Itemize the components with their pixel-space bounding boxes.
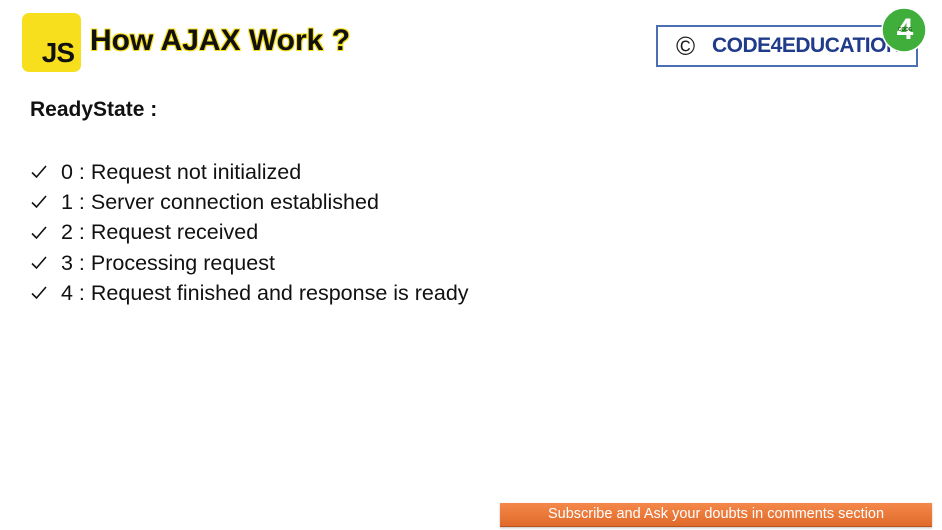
section-heading: ReadyState : (30, 98, 158, 121)
check-icon (31, 226, 47, 239)
list-item-text: 1 : Server connection established (61, 189, 379, 214)
check-icon (31, 256, 47, 270)
brand-name: CODE4EDUCATION (712, 34, 901, 57)
js-logo: JS (22, 13, 81, 72)
list-item: 3 : Processing request (30, 248, 469, 278)
list-item-text: 3 : Processing request (61, 250, 275, 275)
check-icon (31, 165, 47, 179)
list-item-text: 2 : Request received (61, 220, 259, 245)
brand-box: © CODE4EDUCATION (656, 25, 918, 67)
subscribe-banner: Subscribe and Ask your doubts in comment… (500, 503, 932, 527)
check-icon (31, 195, 47, 209)
emblem-small-text: CODE (898, 27, 913, 33)
js-logo-text: JS (41, 37, 75, 68)
check-icon (31, 286, 47, 300)
list-item: 0 : Request not initialized (30, 157, 469, 187)
list-item: 4 : Request finished and response is rea… (30, 278, 469, 308)
list-item-text: 0 : Request not initialized (61, 159, 302, 184)
readystate-list: 0 : Request not initialized 1 : Server c… (30, 157, 469, 308)
copyright-icon: © (676, 31, 696, 61)
list-item: 2 : Request received (30, 218, 469, 248)
slide-title: How AJAX Work ? (90, 24, 351, 57)
list-item: 1 : Server connection established (30, 187, 469, 217)
list-item-text: 4 : Request finished and response is rea… (61, 280, 469, 305)
code4education-emblem-icon: 4 CODE (881, 7, 927, 53)
